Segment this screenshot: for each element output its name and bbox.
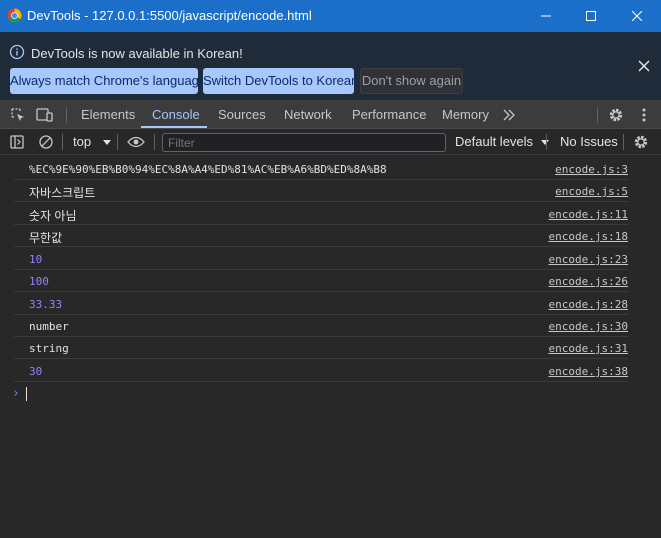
- toolbar-divider: [546, 134, 547, 150]
- source-link[interactable]: encode.js:28: [549, 298, 628, 311]
- chevron-down-icon: [102, 140, 111, 145]
- switch-to-korean-button[interactable]: Switch DevTools to Korean: [203, 68, 358, 94]
- source-link[interactable]: encode.js:23: [549, 253, 628, 266]
- info-icon: [9, 44, 25, 60]
- settings-button[interactable]: [606, 101, 626, 129]
- message-text: 10: [29, 253, 43, 266]
- message-text: 33.33: [29, 298, 63, 311]
- context-selector-label: top: [73, 134, 92, 149]
- context-selector[interactable]: top: [73, 129, 111, 155]
- source-link[interactable]: encode.js:5: [555, 185, 628, 198]
- show-sidebar-button[interactable]: [7, 129, 27, 155]
- console-message: 100 encode.js:26: [14, 270, 628, 292]
- device-toolbar-button[interactable]: [34, 101, 56, 129]
- clear-console-button[interactable]: [36, 129, 56, 155]
- live-expression-button[interactable]: [125, 129, 147, 155]
- kebab-menu-icon: [642, 108, 646, 122]
- close-window-button[interactable]: [614, 0, 660, 32]
- infobar-close-icon[interactable]: [636, 58, 652, 74]
- source-link[interactable]: encode.js:26: [549, 275, 628, 288]
- console-message: 33.33 encode.js:28: [14, 293, 628, 315]
- console-settings-button[interactable]: [631, 129, 651, 155]
- console-message: 10 encode.js:23: [14, 248, 628, 270]
- console-message: %EC%9E%90%EB%B0%94%EC%8A%A4%ED%81%AC%EB%…: [14, 158, 628, 180]
- toolbar-divider: [62, 134, 63, 150]
- message-text: number: [29, 320, 69, 333]
- active-tab-indicator: [141, 126, 207, 128]
- window-titlebar: DevTools - 127.0.0.1:5500/javascript/enc…: [0, 0, 661, 32]
- eye-icon: [127, 136, 145, 148]
- clear-console-icon: [39, 135, 53, 149]
- customize-menu-button[interactable]: [635, 101, 653, 129]
- message-text: 자바스크립트: [29, 186, 96, 200]
- message-text: 100: [29, 275, 49, 288]
- prompt-caret: [26, 387, 27, 401]
- toolbar-divider: [623, 134, 624, 150]
- inspect-element-button[interactable]: [7, 101, 29, 129]
- more-tabs-button[interactable]: [499, 101, 519, 129]
- chevron-down-icon: [540, 140, 549, 145]
- gear-icon: [634, 135, 648, 149]
- source-link[interactable]: encode.js:38: [549, 365, 628, 378]
- console-message: 숫자 아님 encode.js:11: [14, 203, 628, 225]
- issues-counter[interactable]: No Issues: [560, 129, 618, 155]
- panel-tabs-toolbar: Elements Console Sources Network Perform…: [0, 101, 661, 129]
- source-link[interactable]: encode.js:18: [549, 230, 628, 243]
- window-title: DevTools - 127.0.0.1:5500/javascript/enc…: [27, 8, 312, 23]
- tab-console[interactable]: Console: [152, 101, 200, 129]
- tab-sources[interactable]: Sources: [218, 101, 266, 129]
- maximize-button[interactable]: [568, 0, 614, 32]
- log-levels-dropdown[interactable]: Default levels: [455, 129, 549, 155]
- message-text: %EC%9E%90%EB%B0%94%EC%8A%A4%ED%81%AC%EB%…: [29, 163, 387, 176]
- toolbar-divider: [66, 107, 67, 123]
- toolbar-divider: [154, 134, 155, 150]
- message-text: 30: [29, 365, 43, 378]
- message-text: string: [29, 342, 69, 355]
- toolbar-divider: [117, 134, 118, 150]
- infobar-message: DevTools is now available in Korean!: [31, 46, 243, 61]
- maximize-icon: [586, 11, 596, 21]
- source-link[interactable]: encode.js:11: [549, 208, 628, 221]
- close-icon: [632, 11, 642, 21]
- tab-performance[interactable]: Performance: [352, 101, 426, 129]
- chrome-icon: [7, 8, 22, 23]
- log-levels-label: Default levels: [455, 134, 534, 149]
- console-prompt[interactable]: ›: [12, 386, 20, 401]
- console-message: number encode.js:30: [14, 315, 628, 337]
- sidebar-toggle-icon: [10, 135, 24, 149]
- filter-input[interactable]: [162, 133, 446, 152]
- minimize-button[interactable]: [523, 0, 569, 32]
- console-message: 무한값 encode.js:18: [14, 225, 628, 247]
- inspect-element-icon: [11, 108, 24, 121]
- tab-network[interactable]: Network: [284, 101, 332, 129]
- chevron-double-right-icon: [503, 109, 515, 121]
- console-message: 자바스크립트 encode.js:5: [14, 180, 628, 202]
- console-message: string encode.js:31: [14, 337, 628, 359]
- tab-elements[interactable]: Elements: [81, 101, 135, 129]
- minimize-icon: [541, 15, 551, 17]
- always-match-language-button[interactable]: Always match Chrome's language: [10, 68, 206, 94]
- tab-memory[interactable]: Memory: [442, 101, 489, 129]
- toolbar-divider: [597, 107, 598, 123]
- message-text: 숫자 아님: [29, 209, 77, 223]
- console-output: %EC%9E%90%EB%B0%94%EC%8A%A4%ED%81%AC%EB%…: [0, 156, 661, 538]
- source-link[interactable]: encode.js:31: [549, 342, 628, 355]
- source-link[interactable]: encode.js:3: [555, 163, 628, 176]
- message-text: 무한값: [29, 231, 63, 245]
- source-link[interactable]: encode.js:30: [549, 320, 628, 333]
- console-message: 30 encode.js:38: [14, 360, 628, 382]
- dont-show-again-button[interactable]: Don't show again: [360, 68, 463, 94]
- device-toolbar-icon: [36, 108, 53, 122]
- gear-icon: [609, 108, 623, 122]
